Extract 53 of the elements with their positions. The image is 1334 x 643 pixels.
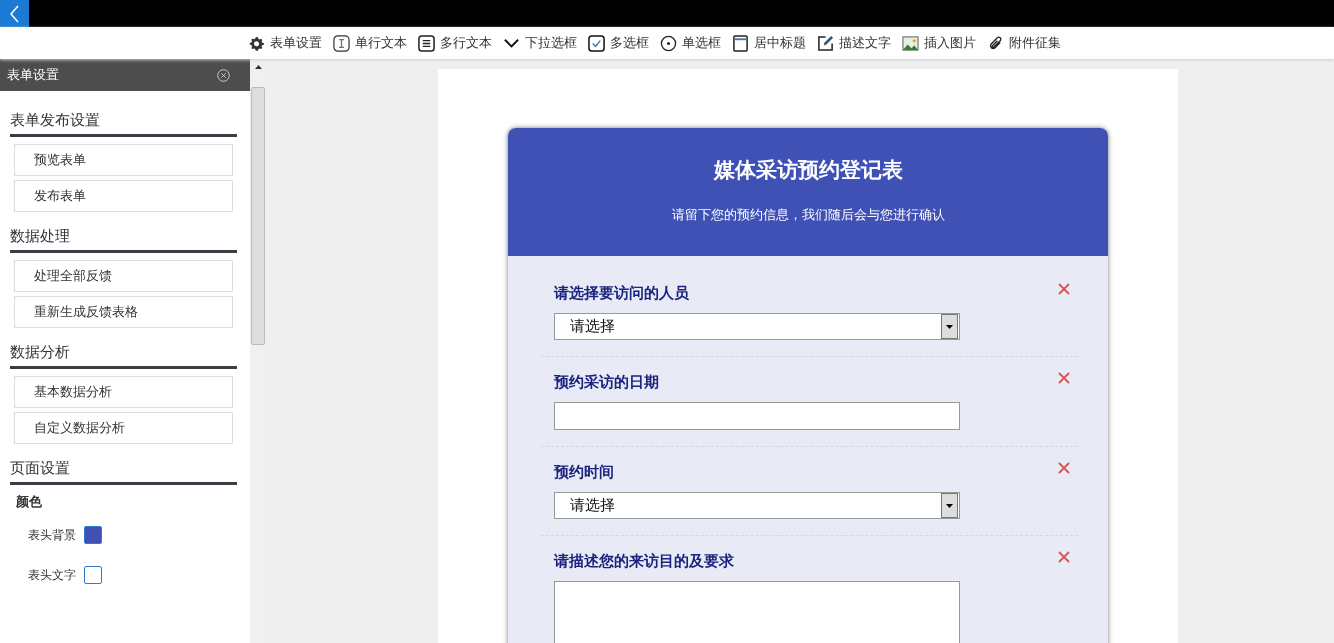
color-label: 表头背景 <box>28 526 76 544</box>
text-lines-icon <box>418 34 435 52</box>
form-title: 媒体采访预约登记表 <box>713 157 903 184</box>
section-heading: 表单发布设置 <box>10 111 237 137</box>
toolbar-button[interactable]: 描述文字 <box>817 34 891 52</box>
toolbar-button[interactable]: 下拉选框 <box>503 34 577 52</box>
scroll-up-icon[interactable] <box>254 65 262 69</box>
field-label: 请选择要访问的人员 <box>554 284 689 303</box>
input-field[interactable] <box>554 402 960 430</box>
textarea-field[interactable] <box>554 581 960 643</box>
field-label: 请描述您的来访目的及要求 <box>554 552 734 571</box>
toolbar-button[interactable]: 附件征集 <box>987 34 1061 52</box>
panel-title: 表单设置 <box>7 66 59 84</box>
menu-button[interactable]: 预览表单 <box>14 144 233 176</box>
picture-icon <box>902 34 919 52</box>
close-icon[interactable] <box>217 68 230 82</box>
toolbar-button[interactable]: 多选框 <box>588 34 649 52</box>
back-chevron-icon <box>9 4 20 23</box>
toolbar-button[interactable]: 单行文本 <box>333 34 407 52</box>
paperclip-icon <box>987 34 1004 52</box>
edit-icon <box>817 34 834 52</box>
toolbar-button[interactable]: 插入图片 <box>902 34 976 52</box>
field-label: 预约时间 <box>554 463 614 482</box>
form-subtitle: 请留下您的预约信息，我们随后会与您进行确认 <box>671 206 945 224</box>
checkbox-icon <box>588 34 605 52</box>
color-swatch[interactable] <box>84 526 102 544</box>
group-label: 颜色 <box>16 493 43 511</box>
heading-icon <box>732 34 749 52</box>
menu-button[interactable]: 发布表单 <box>14 180 233 212</box>
toolbar-button[interactable]: 居中标题 <box>732 34 806 52</box>
menu-button[interactable]: 自定义数据分析 <box>14 412 233 444</box>
dropdown-field[interactable]: 请选择 <box>554 313 960 340</box>
close-icon <box>1058 372 1070 384</box>
close-icon <box>1058 551 1070 563</box>
color-swatch[interactable] <box>84 566 102 584</box>
color-label: 表头文字 <box>28 566 76 584</box>
toolbar-button[interactable]: 单选框 <box>660 34 721 52</box>
section-heading: 数据分析 <box>10 343 237 369</box>
field-label: 预约采访的日期 <box>554 373 659 392</box>
section-heading: 页面设置 <box>10 459 237 485</box>
text-cursor-icon <box>333 34 350 52</box>
close-icon <box>1058 283 1070 295</box>
section-heading: 数据处理 <box>10 227 237 253</box>
close-icon <box>1058 462 1070 474</box>
toolbar-button[interactable]: 表单设置 <box>248 34 322 52</box>
settings-icon <box>248 34 265 52</box>
toolbar-button[interactable]: 多行文本 <box>418 34 492 52</box>
menu-button[interactable]: 处理全部反馈 <box>14 260 233 292</box>
radio-icon <box>660 34 677 52</box>
menu-button[interactable]: 重新生成反馈表格 <box>14 296 233 328</box>
back-button[interactable] <box>0 0 29 27</box>
menu-button[interactable]: 基本数据分析 <box>14 376 233 408</box>
dropdown-field[interactable]: 请选择 <box>554 492 960 519</box>
